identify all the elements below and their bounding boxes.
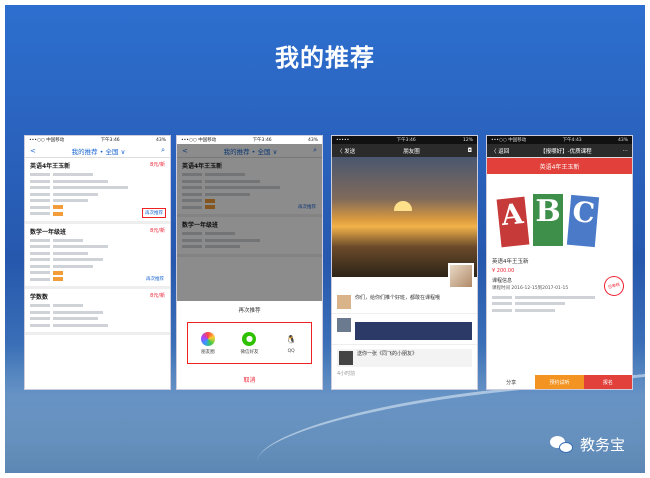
nav-title[interactable]: 我的推荐 • 全国 ∨ — [72, 146, 126, 156]
cancel-button[interactable]: 取消 — [177, 375, 322, 384]
share-option-label: 朋友圈 — [201, 349, 215, 355]
moment-post[interactable]: 你们，给你们推个好班，都敢在课程哦 — [332, 291, 477, 314]
brand-watermark: 教务宝 — [549, 434, 625, 455]
status-time: 下午3:46 — [396, 138, 416, 143]
battery: 43% — [155, 137, 166, 143]
card-price: 8元/新 — [150, 162, 165, 168]
post-meta: 4小时前 — [337, 371, 356, 377]
course-cover-image: A B C — [487, 174, 632, 254]
card-title: 学数数 — [30, 294, 49, 301]
qq-icon: 🐧 — [284, 332, 299, 346]
course-banner: 英语4年王玉新 — [487, 158, 632, 174]
share-sheet-title: 再次推荐 — [238, 308, 261, 314]
status-time: 下午4:43 — [562, 138, 582, 143]
more-icon[interactable]: ⋯ — [623, 148, 629, 154]
letter-block-a: A — [496, 196, 530, 248]
card-price: 8元/新 — [150, 293, 165, 299]
course-card[interactable]: 英语4年王玉新 8元/新 再次推荐 — [25, 158, 170, 224]
share-option-qq[interactable]: 🐧 QQ — [284, 332, 299, 354]
status-bar: •••○○ 中国移动 下午4:43 43% — [487, 136, 632, 144]
wechat-icon — [549, 435, 574, 454]
slide: 我的推荐 •••○○ 中国移动 下午3:46 43% < 我的推荐 • 全国 ∨… — [5, 5, 645, 473]
course-title: 英语4年王玉新 — [492, 259, 529, 265]
battery: 43% — [307, 137, 318, 143]
back-button[interactable]: 〈 发送 — [337, 147, 355, 155]
moment-post[interactable] — [332, 314, 477, 345]
moments-cover — [332, 157, 477, 289]
enroll-button[interactable]: 报名 — [583, 375, 632, 389]
camera-icon[interactable]: ◘ — [468, 148, 472, 154]
share-button[interactable]: 分享 — [487, 375, 535, 389]
nav-bar: 〈 返回 【报哪好】-优质课程 ⋯ — [487, 144, 632, 158]
shared-link[interactable]: 送你一张《同飞的小朋友》 — [337, 349, 472, 367]
share-option-wechat[interactable]: ● 微信好友 — [240, 331, 259, 355]
phone-screen-recommend-list: •••○○ 中国移动 下午3:46 43% < 我的推荐 • 全国 ∨ ⌕ 英语… — [24, 135, 171, 390]
status-bar: •••○○ 中国移动 下午3:46 43% — [177, 136, 322, 144]
avatar[interactable] — [337, 295, 351, 309]
letter-block-c: C — [566, 194, 600, 248]
battery: 43% — [617, 137, 628, 143]
post-text: 你们，给你们推个好班，都敢在课程哦 — [355, 295, 441, 301]
battery: 12% — [462, 137, 473, 143]
status-bar: ••••• 下午3:46 12% — [332, 136, 477, 144]
recommend-again-button[interactable]: 再次推荐 — [142, 207, 166, 218]
moments-icon — [200, 331, 215, 346]
course-card[interactable]: 学数数 8元/新 — [25, 289, 170, 335]
carrier: •••○○ 中国移动 — [491, 138, 527, 143]
post-image — [355, 322, 472, 340]
link-thumbnail — [339, 351, 353, 365]
book-trial-button[interactable]: 预约试听 — [535, 375, 584, 389]
status-time: 下午3:46 — [252, 138, 272, 143]
nav-title: 朋友圈 — [403, 148, 420, 155]
nav-title: 【报哪好】-优质课程 — [540, 148, 592, 155]
phone-screen-share-sheet: •••○○ 中国移动 下午3:46 43% < 我的推荐 • 全国 ∨ ⌕ 英语… — [176, 135, 323, 390]
status-bar: •••○○ 中国移动 下午3:46 43% — [25, 136, 170, 144]
letter-block-b: B — [533, 194, 563, 246]
card-title: 英语4年王玉新 — [30, 163, 71, 170]
wechat-icon: ● — [242, 331, 257, 346]
card-title: 数学一年级班 — [30, 228, 67, 236]
link-title: 送你一张《同飞的小朋友》 — [357, 351, 418, 357]
back-icon[interactable]: < — [30, 147, 36, 155]
share-options: 朋友圈 ● 微信好友 🐧 QQ — [187, 322, 312, 364]
share-option-label: QQ — [287, 349, 295, 354]
share-sheet: 再次推荐 朋友圈 ● 微信好友 🐧 QQ 取消 — [177, 301, 322, 389]
avatar[interactable] — [337, 318, 351, 332]
brand-name: 教务宝 — [579, 436, 625, 454]
signal: ••••• — [336, 137, 350, 143]
search-icon[interactable]: ⌕ — [161, 146, 165, 155]
sun-image — [394, 201, 412, 211]
recommend-again-button[interactable]: 再次推荐 — [144, 275, 166, 283]
back-button[interactable]: 〈 返回 — [491, 147, 509, 155]
status-time: 下午3:46 — [100, 138, 120, 143]
nav-bar: < 我的推荐 • 全国 ∨ ⌕ — [25, 144, 170, 158]
phone-screen-course-detail: •••○○ 中国移动 下午4:43 43% 〈 返回 【报哪好】-优质课程 ⋯ … — [486, 135, 633, 390]
dim-overlay[interactable] — [177, 144, 322, 304]
carrier: •••○○ 中国移动 — [29, 138, 65, 143]
course-card[interactable]: 数学一年级班 8元/新 再次推荐 — [25, 224, 170, 289]
nav-bar: 〈 发送 朋友圈 ◘ — [332, 144, 477, 157]
slide-title: 我的推荐 — [275, 44, 375, 72]
phone-screen-moments: ••••• 下午3:46 12% 〈 发送 朋友圈 ◘ 你们，给你们推个好班，都… — [331, 135, 478, 390]
card-price: 8元/新 — [150, 227, 165, 234]
share-option-label: 微信好友 — [240, 349, 259, 355]
carrier: •••○○ 中国移动 — [181, 138, 217, 143]
share-option-moments[interactable]: 朋友圈 — [200, 331, 215, 355]
bottom-action-bar: 分享 预约试听 报名 — [487, 375, 632, 389]
avatar[interactable] — [448, 263, 474, 289]
